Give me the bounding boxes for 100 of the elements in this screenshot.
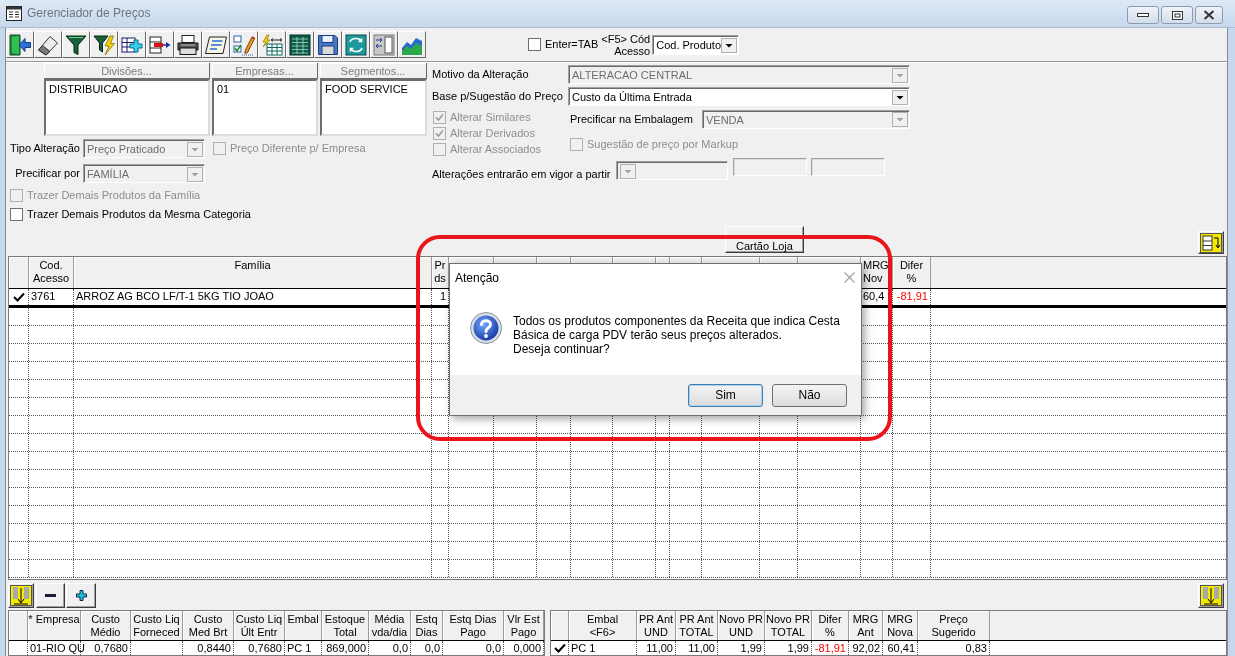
panel-toggle-button[interactable] bbox=[1198, 231, 1224, 254]
table-cell: 3761 bbox=[29, 289, 74, 305]
table-cell: 11,00 bbox=[637, 641, 676, 655]
field-label: Precificar por bbox=[15, 167, 80, 180]
grid-down-arrow-icon bbox=[10, 585, 32, 606]
column-header[interactable]: Estq Dias Pago bbox=[443, 611, 504, 640]
checkbox-label: Enter=TAB bbox=[545, 38, 599, 51]
maximize-button[interactable] bbox=[1161, 6, 1193, 24]
grid-bolt-icon bbox=[261, 33, 283, 56]
checkbox-label: Alterar Derivados bbox=[450, 127, 535, 140]
checklist-pencil-icon bbox=[233, 33, 255, 56]
grid-down-arrow-icon bbox=[1200, 585, 1222, 606]
check-icon bbox=[12, 292, 25, 302]
toolbar-button[interactable] bbox=[90, 31, 118, 58]
app-window-icon bbox=[6, 6, 22, 21]
table-cell: PC 1 bbox=[285, 641, 322, 655]
column-header[interactable]: Custo Médio bbox=[81, 611, 131, 640]
maximize-icon bbox=[1171, 10, 1183, 20]
table-cell: -81,91 bbox=[893, 289, 931, 305]
table-cell: 0,000 bbox=[504, 641, 544, 655]
grid-toggle-button[interactable] bbox=[8, 583, 34, 608]
column-header[interactable]: Novo PR TOTAL bbox=[765, 611, 812, 640]
dialog-button[interactable]: Sim bbox=[688, 383, 763, 407]
printer-icon bbox=[177, 33, 199, 56]
table-cell: -81,91 bbox=[812, 641, 849, 655]
toolbar-button[interactable] bbox=[118, 31, 146, 58]
dialog-title: Atenção bbox=[455, 270, 500, 285]
filter-icon bbox=[65, 33, 87, 56]
field-label: Base p/Sugestão do Preço bbox=[432, 90, 563, 103]
check-icon bbox=[553, 643, 566, 653]
column-header[interactable]: Embal bbox=[285, 611, 322, 640]
column-header[interactable]: MRG Ant bbox=[849, 611, 883, 640]
checkbox[interactable] bbox=[10, 208, 23, 221]
filter-bolt-icon bbox=[93, 33, 115, 56]
column-header[interactable]: Vlr Est Pago bbox=[504, 611, 544, 640]
checkbox-label: Trazer Demais Produtos da Mesma Categoria bbox=[27, 208, 251, 221]
column-header[interactable]: Difer % bbox=[812, 611, 849, 640]
save-icon bbox=[317, 33, 339, 56]
column-header[interactable]: MRG Nova bbox=[883, 611, 918, 640]
caret-icon bbox=[187, 141, 203, 157]
field-label: Alterações entrarão em vigor a partir bbox=[432, 168, 611, 181]
toolbar-button[interactable] bbox=[202, 31, 230, 58]
toolbar-button[interactable] bbox=[146, 31, 174, 58]
table-cell: 0,8440 bbox=[183, 641, 234, 655]
dropdown[interactable]: Custo da Última Entrada bbox=[568, 87, 910, 106]
toolbar-button[interactable] bbox=[174, 31, 202, 58]
toolbar-button[interactable] bbox=[314, 31, 342, 58]
minimize-icon bbox=[1137, 13, 1149, 17]
caret-icon bbox=[892, 89, 908, 105]
access-code-label: <F5> Cód Acesso bbox=[601, 32, 651, 57]
toolbar-button[interactable] bbox=[286, 31, 314, 58]
toolbar-button[interactable] bbox=[258, 31, 286, 58]
split-panel-icon bbox=[373, 33, 395, 56]
table-cell: 1,99 bbox=[765, 641, 812, 655]
table-row[interactable]: PC 1 11,00 11,00 1,99 1,99 -81,91 92,02 60,41 0,83 bbox=[551, 641, 1226, 655]
eraser-icon bbox=[37, 33, 59, 56]
column-header[interactable]: PR Ant UND bbox=[637, 611, 676, 640]
column-header[interactable]: Estoque Total bbox=[322, 611, 369, 640]
column-header[interactable]: PR Ant TOTAL bbox=[676, 611, 718, 640]
column-header[interactable]: Novo PR UND bbox=[718, 611, 765, 640]
toolbar-button[interactable] bbox=[34, 31, 62, 58]
swap-arrows-icon bbox=[345, 33, 367, 56]
form-card-icon bbox=[205, 33, 227, 56]
add-button[interactable] bbox=[66, 583, 96, 608]
column-header[interactable]: Custo Med Brt bbox=[183, 611, 234, 640]
close-button[interactable] bbox=[1195, 6, 1223, 24]
checkbox-label: Trazer Demais Produtos da Família bbox=[27, 189, 201, 202]
checkbox-label: Sugestão de preço por Markup bbox=[587, 137, 739, 151]
plus-icon bbox=[75, 590, 87, 601]
table-cell: ARROZ AG BCO LF/T-1 5KG TIO JOAO bbox=[74, 289, 432, 305]
field-label: Precificar na Embalagem bbox=[570, 112, 693, 126]
column-header[interactable]: Custo Liq Últ Entr bbox=[234, 611, 285, 640]
remove-button[interactable] bbox=[36, 583, 65, 608]
dropdown[interactable]: Cod. Produto bbox=[652, 34, 740, 55]
minus-icon bbox=[45, 594, 56, 597]
column-header[interactable]: Difer % bbox=[893, 257, 931, 288]
column-header[interactable]: * Empresa bbox=[28, 611, 81, 640]
caret-icon bbox=[892, 67, 908, 83]
checkbox[interactable] bbox=[528, 38, 541, 51]
column-header[interactable]: Embal <F6> bbox=[569, 611, 637, 640]
column-header[interactable]: Família bbox=[74, 257, 432, 288]
table-cell: PC 1 bbox=[569, 641, 637, 655]
column-header[interactable]: Preço Sugerido bbox=[918, 611, 990, 640]
dialog-button[interactable]: Não bbox=[772, 383, 847, 407]
grid-toggle-button[interactable] bbox=[1198, 583, 1224, 608]
field-label: Motivo da Alteração bbox=[432, 68, 529, 81]
table-cell: 0,0 bbox=[411, 641, 443, 655]
minimize-button[interactable] bbox=[1127, 6, 1159, 24]
door-arrow-icon bbox=[9, 33, 31, 56]
column-header[interactable]: Média vda/dia bbox=[369, 611, 411, 640]
table-cell: 0,0 bbox=[369, 641, 411, 655]
column-header[interactable]: Estq Dias bbox=[411, 611, 443, 640]
field-label: Tipo Alteração bbox=[10, 142, 80, 155]
toolbar-button[interactable] bbox=[6, 31, 34, 58]
toolbar-button[interactable] bbox=[62, 31, 90, 58]
column-header[interactable]: Custo Liq Forneced bbox=[131, 611, 183, 640]
close-icon bbox=[1203, 10, 1215, 20]
question-icon bbox=[470, 312, 502, 344]
column-header[interactable]: Cod. Acesso bbox=[29, 257, 74, 288]
window-title: Gerenciador de Preços bbox=[27, 6, 151, 21]
